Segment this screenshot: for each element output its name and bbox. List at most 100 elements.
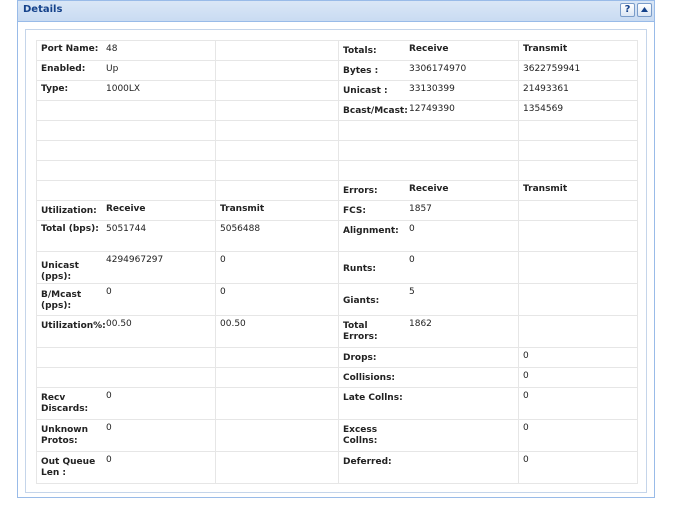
empty-cell <box>215 60 339 81</box>
errors-row-label: Excess Collns: <box>343 425 378 446</box>
help-icon: ? <box>624 4 631 15</box>
utilization-row-label: Utilization%: <box>41 321 106 331</box>
errors-row-label: Late Collns: <box>343 393 403 403</box>
errors-row-transmit: 0 <box>518 451 638 484</box>
port-name-value: 48 <box>106 44 118 54</box>
errors-row-label: FCS: <box>343 206 367 216</box>
empty-cell <box>215 347 339 368</box>
utilization-row-label: Unicast (pps): <box>41 261 79 282</box>
totals-row-receive: 12749390 <box>409 104 455 114</box>
totals-row-transmit: 3622759941 <box>518 60 638 81</box>
type-value: 1000LX <box>106 84 141 94</box>
errors-row-transmit: 0 <box>518 387 638 420</box>
enabled-value: Up <box>106 64 119 74</box>
empty-cell <box>215 387 339 420</box>
errors-row-receive: 1862 <box>409 319 432 329</box>
empty-cell <box>215 80 339 101</box>
utilization-row-transmit: 0 <box>215 251 339 284</box>
empty-cell <box>36 100 216 121</box>
details-panel: Details ? Port Name: 48 Enabled: Up Type… <box>17 0 655 498</box>
totals-receive-header: Receive <box>409 44 449 54</box>
utilization-row-transmit: 5056488 <box>215 220 339 252</box>
errors-row-receive: 1857 <box>409 204 432 214</box>
errors-header-label: Errors: <box>343 186 378 196</box>
errors-row-transmit <box>518 220 638 252</box>
errors-row-late-collns: Late Collns: <box>338 387 519 420</box>
utilization-row-unicast: Unicast (pps): 4294967297 <box>36 251 216 284</box>
utilization-row-label: Total (bps): <box>41 224 99 234</box>
errors-row-label: Alignment: <box>343 226 399 236</box>
errors-row-receive: 0 <box>409 224 415 234</box>
empty-cell <box>338 160 519 181</box>
errors-row-drops: Drops: <box>338 347 519 368</box>
empty-cell <box>518 160 638 181</box>
utilization-row-total: Total (bps): 5051744 <box>36 220 216 252</box>
errors-row-transmit: 0 <box>518 367 638 388</box>
empty-cell <box>215 140 339 161</box>
empty-cell <box>215 120 339 141</box>
errors-row-label: Drops: <box>343 353 377 363</box>
help-button[interactable]: ? <box>620 3 635 17</box>
errors-row-label: Total Errors: <box>343 321 378 342</box>
discards-row-recv: Recv Discards: 0 <box>36 387 216 420</box>
empty-cell <box>215 451 339 484</box>
errors-receive-header: Receive <box>409 184 449 194</box>
panel-header: Details ? <box>18 1 654 22</box>
totals-header: Totals: Receive <box>338 40 519 61</box>
empty-cell <box>518 120 638 141</box>
errors-row-giants: Giants: 5 <box>338 283 519 316</box>
errors-row-excess-collns: Excess Collns: <box>338 419 519 452</box>
totals-row-receive: 33130399 <box>409 84 455 94</box>
utilization-row-percent: Utilization%: 00.50 <box>36 315 216 348</box>
type-row: Type: 1000LX <box>36 80 216 101</box>
totals-row-bcast: Bcast/Mcast: 12749390 <box>338 100 519 121</box>
errors-row-label: Runts: <box>343 264 377 274</box>
empty-cell <box>36 160 216 181</box>
errors-row-transmit: 0 <box>518 419 638 452</box>
empty-cell <box>518 140 638 161</box>
errors-row-receive: 0 <box>409 255 415 265</box>
utilization-row-bmcast: B/Mcast (pps): 0 <box>36 283 216 316</box>
utilization-row-transmit: 0 <box>215 283 339 316</box>
empty-cell <box>338 120 519 141</box>
totals-row-label: Bytes : <box>343 66 379 76</box>
discards-row-label: Recv Discards: <box>41 393 89 414</box>
errors-row-runts: Runts: 0 <box>338 251 519 284</box>
panel-title: Details <box>23 4 63 15</box>
totals-row-transmit: 21493361 <box>518 80 638 101</box>
port-name-row: Port Name: 48 <box>36 40 216 61</box>
errors-row-label: Deferred: <box>343 457 392 467</box>
errors-row-fcs: FCS: 1857 <box>338 200 519 221</box>
details-grid: Port Name: 48 Enabled: Up Type: 1000LX T… <box>25 29 647 493</box>
errors-row-deferred: Deferred: <box>338 451 519 484</box>
discards-row-value: 0 <box>106 391 112 401</box>
errors-row-receive: 5 <box>409 287 415 297</box>
utilization-transmit-header: Transmit <box>215 200 339 221</box>
empty-cell <box>36 367 216 388</box>
totals-row-label: Bcast/Mcast: <box>343 106 408 116</box>
discards-row-label: Out Queue Len : <box>41 457 96 478</box>
utilization-row-receive: 4294967297 <box>106 255 164 265</box>
totals-row-unicast: Unicast : 33130399 <box>338 80 519 101</box>
empty-cell <box>36 180 216 201</box>
type-label: Type: <box>41 84 69 94</box>
totals-row-receive: 3306174970 <box>409 64 467 74</box>
errors-row-collisions: Collisions: <box>338 367 519 388</box>
utilization-row-label: B/Mcast (pps): <box>41 290 82 311</box>
utilization-row-transmit: 00.50 <box>215 315 339 348</box>
enabled-label: Enabled: <box>41 64 86 74</box>
utilization-row-receive: 00.50 <box>106 319 132 329</box>
totals-row-transmit: 1354569 <box>518 100 638 121</box>
port-name-label: Port Name: <box>41 44 99 54</box>
errors-row-label: Collisions: <box>343 373 396 383</box>
empty-cell <box>215 180 339 201</box>
errors-row-total: Total Errors: 1862 <box>338 315 519 348</box>
collapse-button[interactable] <box>637 3 652 17</box>
totals-row-label: Unicast : <box>343 86 388 96</box>
empty-cell <box>215 100 339 121</box>
discards-row-unknown: Unknown Protos: 0 <box>36 419 216 452</box>
empty-cell <box>215 367 339 388</box>
utilization-row-receive: 0 <box>106 287 112 297</box>
utilization-receive-header: Receive <box>106 204 146 214</box>
errors-transmit-header: Transmit <box>518 180 638 201</box>
